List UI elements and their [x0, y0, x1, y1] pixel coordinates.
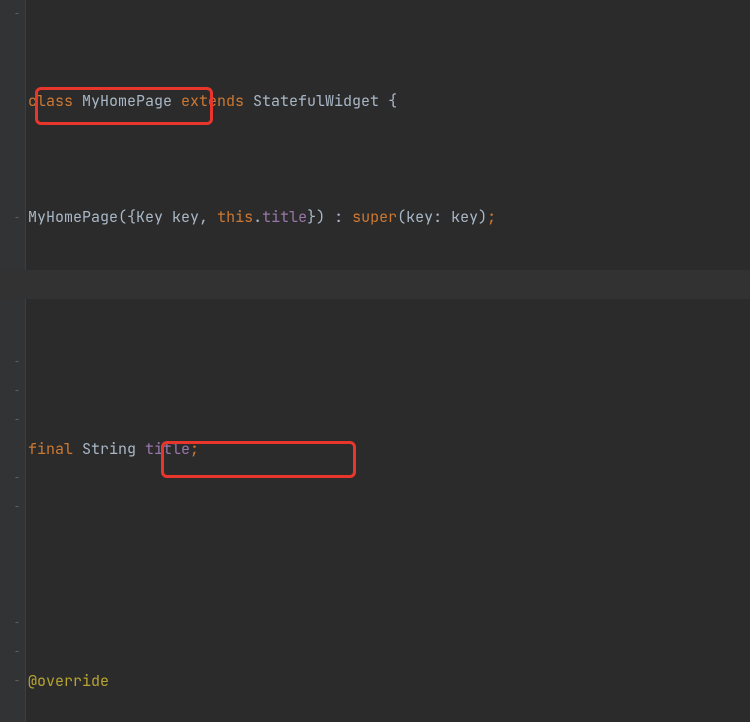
fold-icon[interactable]: −: [12, 8, 22, 18]
code-line[interactable]: class MyHomePage extends StatefulWidget …: [28, 87, 505, 116]
fold-icon[interactable]: −: [12, 472, 22, 482]
fold-icon[interactable]: −: [12, 501, 22, 511]
code-line[interactable]: @override: [28, 667, 505, 696]
fold-icon[interactable]: −: [12, 414, 22, 424]
code-line[interactable]: final String title;: [28, 435, 505, 464]
fold-icon[interactable]: −: [12, 385, 22, 395]
code-editor[interactable]: class MyHomePage extends StatefulWidget …: [28, 0, 505, 722]
code-line[interactable]: MyHomePage({Key key, this.title}) : supe…: [28, 203, 505, 232]
fold-icon[interactable]: −: [12, 617, 22, 627]
fold-icon[interactable]: −: [12, 646, 22, 656]
fold-icon[interactable]: −: [12, 675, 22, 685]
fold-icon[interactable]: −: [12, 356, 22, 366]
fold-icon[interactable]: −: [12, 212, 22, 222]
gutter: − − − − − − − − − − −: [0, 0, 26, 722]
